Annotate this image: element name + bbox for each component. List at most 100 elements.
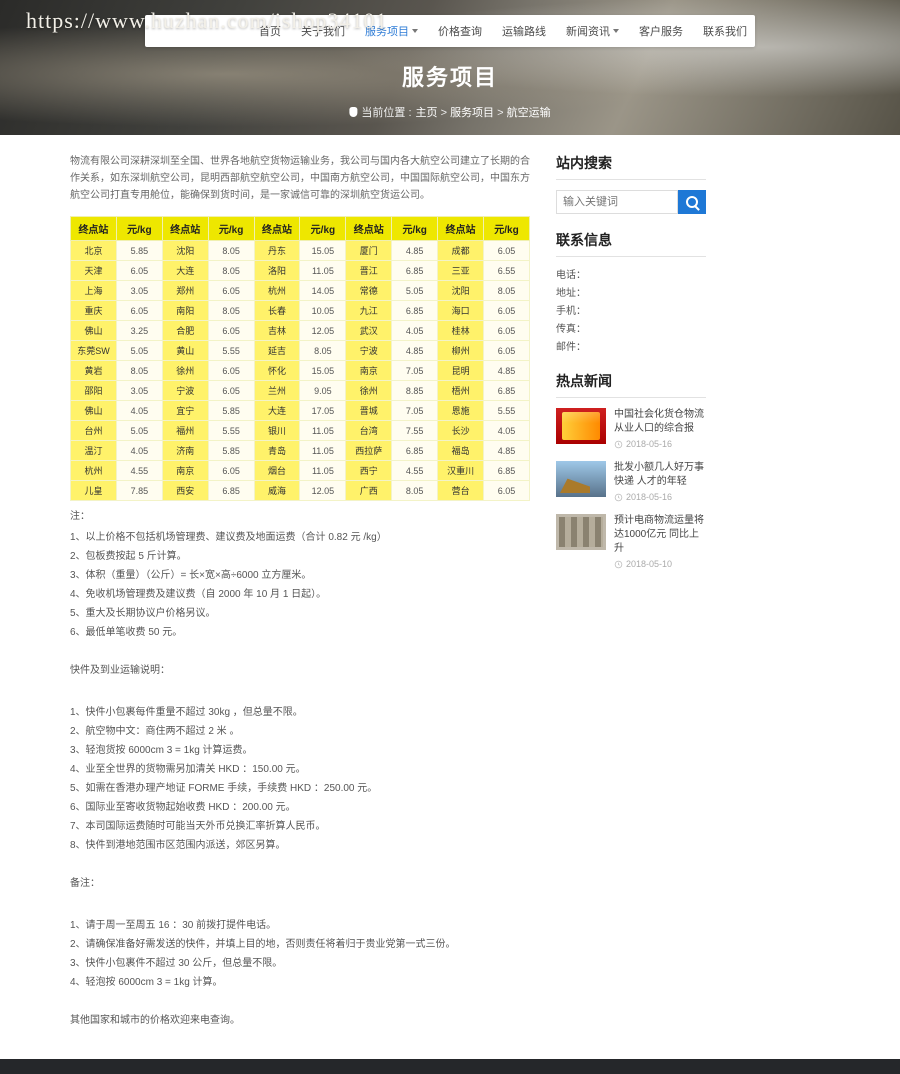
table-cell: 沈阳 — [438, 281, 484, 301]
breadcrumb-link[interactable]: 主页 — [416, 107, 438, 119]
table-cell: 兰州 — [254, 381, 300, 401]
table-cell: 3.05 — [116, 381, 162, 401]
table-cell: 6.85 — [484, 461, 530, 481]
table-cell: 5.85 — [208, 441, 254, 461]
table-cell: 6.05 — [116, 301, 162, 321]
news-thumb — [556, 461, 606, 497]
news-title: 中国社会化货仓物流从业人口的综合报 — [614, 408, 706, 436]
nav-item-3[interactable]: 价格查询 — [438, 23, 482, 39]
note-line: 6、国际业至寄收货物起始收费 HKD ：200.00 元。 — [70, 798, 530, 813]
note-line: 3、快件小包裹件不超过 30 公斤，但总量不限。 — [70, 954, 530, 969]
table-cell: 武汉 — [346, 321, 392, 341]
news-item[interactable]: 预计电商物流运量将达1000亿元 同比上升2018-05-10 — [556, 514, 706, 569]
table-cell: 6.05 — [484, 341, 530, 361]
table-cell: 南阳 — [162, 301, 208, 321]
chevron-down-icon — [412, 29, 418, 33]
table-cell: 台州 — [71, 421, 117, 441]
search-input[interactable] — [556, 190, 678, 214]
note-line: 5、重大及长期协议户价格另议。 — [70, 604, 530, 619]
table-footnote-label: 注： — [70, 511, 90, 522]
table-cell: 10.05 — [300, 301, 346, 321]
page-title: 服务项目 — [349, 60, 550, 92]
contact-line: 地址： — [556, 285, 706, 303]
table-cell: 温汀 — [71, 441, 117, 461]
nav-item-0[interactable]: 首页 — [259, 23, 281, 39]
table-cell: 11.05 — [300, 441, 346, 461]
price-th: 元/kg — [208, 217, 254, 241]
table-cell: 6.05 — [208, 381, 254, 401]
table-cell: 长春 — [254, 301, 300, 321]
top-nav: 首页 关于我们 服务项目 价格查询 运输路线 新闻资讯 客户服务 联系我们 — [145, 15, 755, 47]
note-line: 1、以上价格不包括机场管理费、建议费及地面运费（合计 0.82 元 /kg） — [70, 528, 530, 543]
subhead-express: 快件及到业运输说明： — [70, 662, 530, 679]
price-th: 元/kg — [392, 217, 438, 241]
breadcrumb-link[interactable]: 服务项目 — [450, 107, 494, 119]
nav-item-5[interactable]: 新闻资讯 — [566, 23, 619, 39]
table-cell: 合肥 — [162, 321, 208, 341]
table-cell: 14.05 — [300, 281, 346, 301]
intro-paragraph: 物流有限公司深耕深圳至全国、世界各地航空货物运输业务，我公司与国内各大航空公司建… — [70, 153, 530, 204]
table-cell: 佛山 — [71, 321, 117, 341]
contact-line: 邮件： — [556, 339, 706, 357]
note-line: 2、请确保准备好需发送的快件，并填上目的地，否则责任将着归于贵业党第一式三份。 — [70, 935, 530, 950]
table-cell: 6.55 — [484, 261, 530, 281]
table-cell: 6.85 — [392, 261, 438, 281]
note-line: 7、本司国际运费随时可能当天外币兑换汇率折算人民币。 — [70, 817, 530, 832]
table-cell: 福岛 — [438, 441, 484, 461]
sidebar-search-title: 站内搜索 — [556, 153, 706, 180]
nav-item-1[interactable]: 关于我们 — [301, 23, 345, 39]
table-cell: 济南 — [162, 441, 208, 461]
table-cell: 厦门 — [346, 241, 392, 261]
table-cell: 西拉萨 — [346, 441, 392, 461]
table-cell: 桂林 — [438, 321, 484, 341]
table-cell: 海口 — [438, 301, 484, 321]
breadcrumb-link[interactable]: 航空运输 — [507, 107, 551, 119]
table-cell: 佛山 — [71, 401, 117, 421]
table-cell: 11.05 — [300, 421, 346, 441]
table-cell: 4.05 — [116, 401, 162, 421]
table-row: 温汀4.05济南5.85青岛11.05西拉萨6.85福岛4.85 — [71, 441, 530, 461]
table-cell: 4.05 — [484, 421, 530, 441]
table-cell: 汉重川 — [438, 461, 484, 481]
table-cell: 长沙 — [438, 421, 484, 441]
table-row: 北京5.85沈阳8.05丹东15.05厦门4.85成都6.05 — [71, 241, 530, 261]
subhead-remark: 备注： — [70, 875, 530, 892]
table-cell: 8.05 — [208, 301, 254, 321]
nav-item-2[interactable]: 服务项目 — [365, 23, 418, 39]
table-cell: 6.85 — [208, 481, 254, 501]
table-cell: 17.05 — [300, 401, 346, 421]
table-cell: 洛阳 — [254, 261, 300, 281]
table-cell: 成都 — [438, 241, 484, 261]
table-cell: 6.05 — [484, 241, 530, 261]
table-cell: 6.85 — [484, 381, 530, 401]
table-row: 杭州4.55南京6.05烟台11.05西宁4.55汉重川6.85 — [71, 461, 530, 481]
note-line: 1、请于周一至周五 16 ：30 前拨打提件电话。 — [70, 916, 530, 931]
contact-line: 电话： — [556, 267, 706, 285]
location-icon — [349, 107, 357, 117]
table-cell: 7.55 — [392, 421, 438, 441]
nav-item-7[interactable]: 联系我们 — [703, 23, 747, 39]
news-item[interactable]: 批发小额几人好万事 快递 人才的年轻2018-05-16 — [556, 461, 706, 502]
table-cell: 大连 — [162, 261, 208, 281]
table-row: 佛山3.25合肥6.05吉林12.05武汉4.05桂林6.05 — [71, 321, 530, 341]
table-cell: 台湾 — [346, 421, 392, 441]
table-cell: 9.05 — [300, 381, 346, 401]
table-cell: 昆明 — [438, 361, 484, 381]
note-line: 3、体积（重量）（公斤）= 长×宽×高÷6000 立方厘米。 — [70, 566, 530, 581]
table-cell: 宁波 — [346, 341, 392, 361]
news-item[interactable]: 中国社会化货仓物流从业人口的综合报2018-05-16 — [556, 408, 706, 449]
table-cell: 徐州 — [162, 361, 208, 381]
search-button[interactable] — [678, 190, 706, 214]
price-th: 终点站 — [438, 217, 484, 241]
table-cell: 九江 — [346, 301, 392, 321]
table-cell: 杭州 — [71, 461, 117, 481]
table-cell: 8.05 — [208, 261, 254, 281]
table-row: 儿皇7.85西安6.85威海12.05广西8.05营台6.05 — [71, 481, 530, 501]
nav-item-6[interactable]: 客户服务 — [639, 23, 683, 39]
table-cell: 徐州 — [346, 381, 392, 401]
table-cell: 黄山 — [162, 341, 208, 361]
note-line: 2、航空物中文：商住两不超过 2 米 。 — [70, 722, 530, 737]
table-cell: 郑州 — [162, 281, 208, 301]
table-cell: 5.55 — [208, 341, 254, 361]
nav-item-4[interactable]: 运输路线 — [502, 23, 546, 39]
